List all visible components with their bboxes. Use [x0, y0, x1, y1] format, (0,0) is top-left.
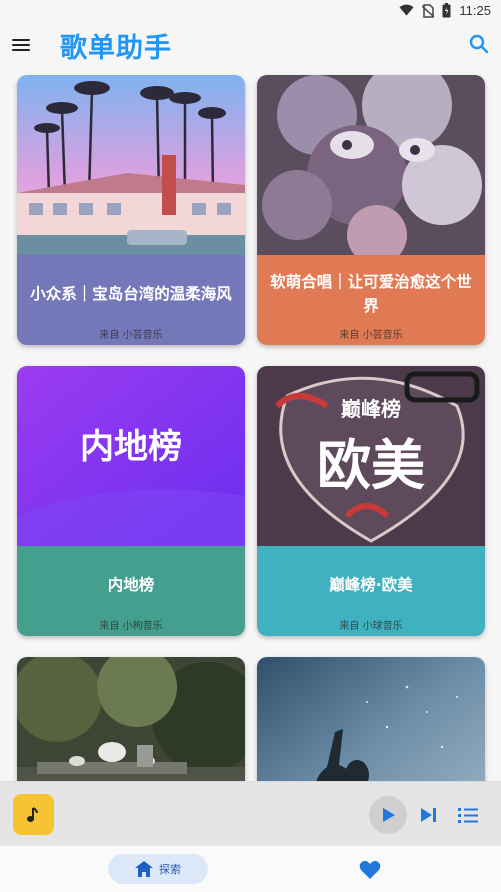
- play-button[interactable]: [369, 796, 407, 834]
- home-icon: [135, 861, 153, 877]
- status-bar: 11:25: [0, 0, 501, 22]
- playlist-cover: [257, 75, 485, 255]
- status-time: 11:25: [459, 3, 491, 18]
- skip-next-icon[interactable]: [418, 804, 440, 826]
- playlist-title: 内地榜: [107, 576, 155, 594]
- menu-icon[interactable]: [12, 34, 34, 56]
- playlist-card[interactable]: 内地榜 内地榜 来自 小枸音乐: [17, 366, 245, 636]
- playlist-source: 来自 小枸音乐: [99, 621, 163, 632]
- playlist-source: 来自 小球音乐: [339, 621, 403, 632]
- wifi-icon: [399, 4, 414, 16]
- battery-icon: [442, 3, 451, 18]
- heart-icon[interactable]: [359, 859, 381, 881]
- no-sim-icon: [422, 3, 435, 18]
- playlist-info: 软萌合唱｜让可爱治愈这个世界 来自 小芸音乐: [257, 255, 485, 345]
- search-icon[interactable]: [467, 32, 491, 56]
- playlist-cover: 巅峰榜 欧美: [257, 366, 485, 546]
- playlist-title: 软萌合唱｜让可爱治愈这个世界: [270, 273, 472, 315]
- playlist-title: 巅峰榜·欧美: [329, 576, 413, 594]
- playlist-source: 来自 小芸音乐: [99, 330, 163, 341]
- playlist-info: 小众系｜宝岛台湾的温柔海风 来自 小芸音乐: [17, 255, 245, 345]
- playlist-card[interactable]: 巅峰榜 欧美 巅峰榜·欧美 来自 小球音乐: [257, 366, 485, 636]
- nav-explore-label: 探索: [159, 863, 181, 876]
- playlist-card[interactable]: 小众系｜宝岛台湾的温柔海风 来自 小芸音乐: [17, 75, 245, 345]
- playlist-info: 内地榜 来自 小枸音乐: [17, 546, 245, 636]
- playlist-cover: [17, 75, 245, 255]
- nav-explore[interactable]: 探索: [108, 854, 208, 884]
- cover-text: 欧美: [317, 434, 425, 497]
- status-icons: 11:25: [399, 3, 491, 18]
- playlist-info: 巅峰榜·欧美 来自 小球音乐: [257, 546, 485, 636]
- cover-text: 内地榜: [80, 427, 182, 467]
- cover-text: 巅峰榜: [341, 397, 401, 421]
- playlist-cover: 内地榜: [17, 366, 245, 546]
- bottom-nav: 探索: [0, 845, 501, 892]
- mini-player: [0, 781, 501, 845]
- playlist-icon[interactable]: [457, 804, 479, 826]
- playlist-source: 来自 小芸音乐: [339, 330, 403, 341]
- app-title: 歌单助手: [60, 33, 172, 64]
- music-note-icon[interactable]: [13, 794, 54, 835]
- playlist-card[interactable]: 软萌合唱｜让可爱治愈这个世界 来自 小芸音乐: [257, 75, 485, 345]
- app-bar: 歌单助手: [0, 22, 501, 68]
- playlist-title: 小众系｜宝岛台湾的温柔海风: [30, 285, 232, 303]
- play-icon: [383, 808, 395, 822]
